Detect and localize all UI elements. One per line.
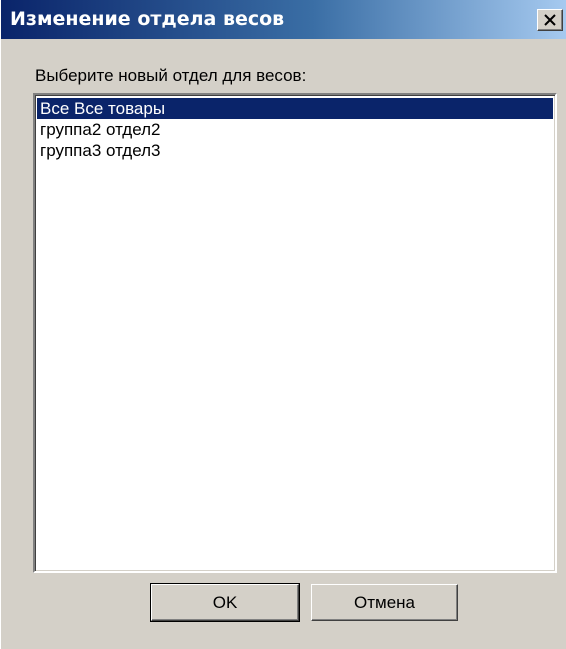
- window-title: Изменение отдела весов: [10, 8, 285, 30]
- department-listbox[interactable]: Все Все товары группа2 отдел2 группа3 от…: [33, 93, 557, 573]
- close-button[interactable]: [537, 9, 563, 31]
- list-item[interactable]: группа3 отдел3: [37, 140, 553, 161]
- ok-button[interactable]: OK: [150, 583, 300, 622]
- list-item[interactable]: группа2 отдел2: [37, 119, 553, 140]
- cancel-button[interactable]: Отмена: [311, 584, 458, 621]
- list-item[interactable]: Все Все товары: [37, 98, 553, 119]
- close-icon: [544, 14, 556, 26]
- dialog-window: Изменение отдела весов Выберите новый от…: [0, 0, 566, 649]
- title-bar[interactable]: Изменение отдела весов: [1, 0, 566, 39]
- prompt-label: Выберите новый отдел для весов:: [35, 66, 307, 85]
